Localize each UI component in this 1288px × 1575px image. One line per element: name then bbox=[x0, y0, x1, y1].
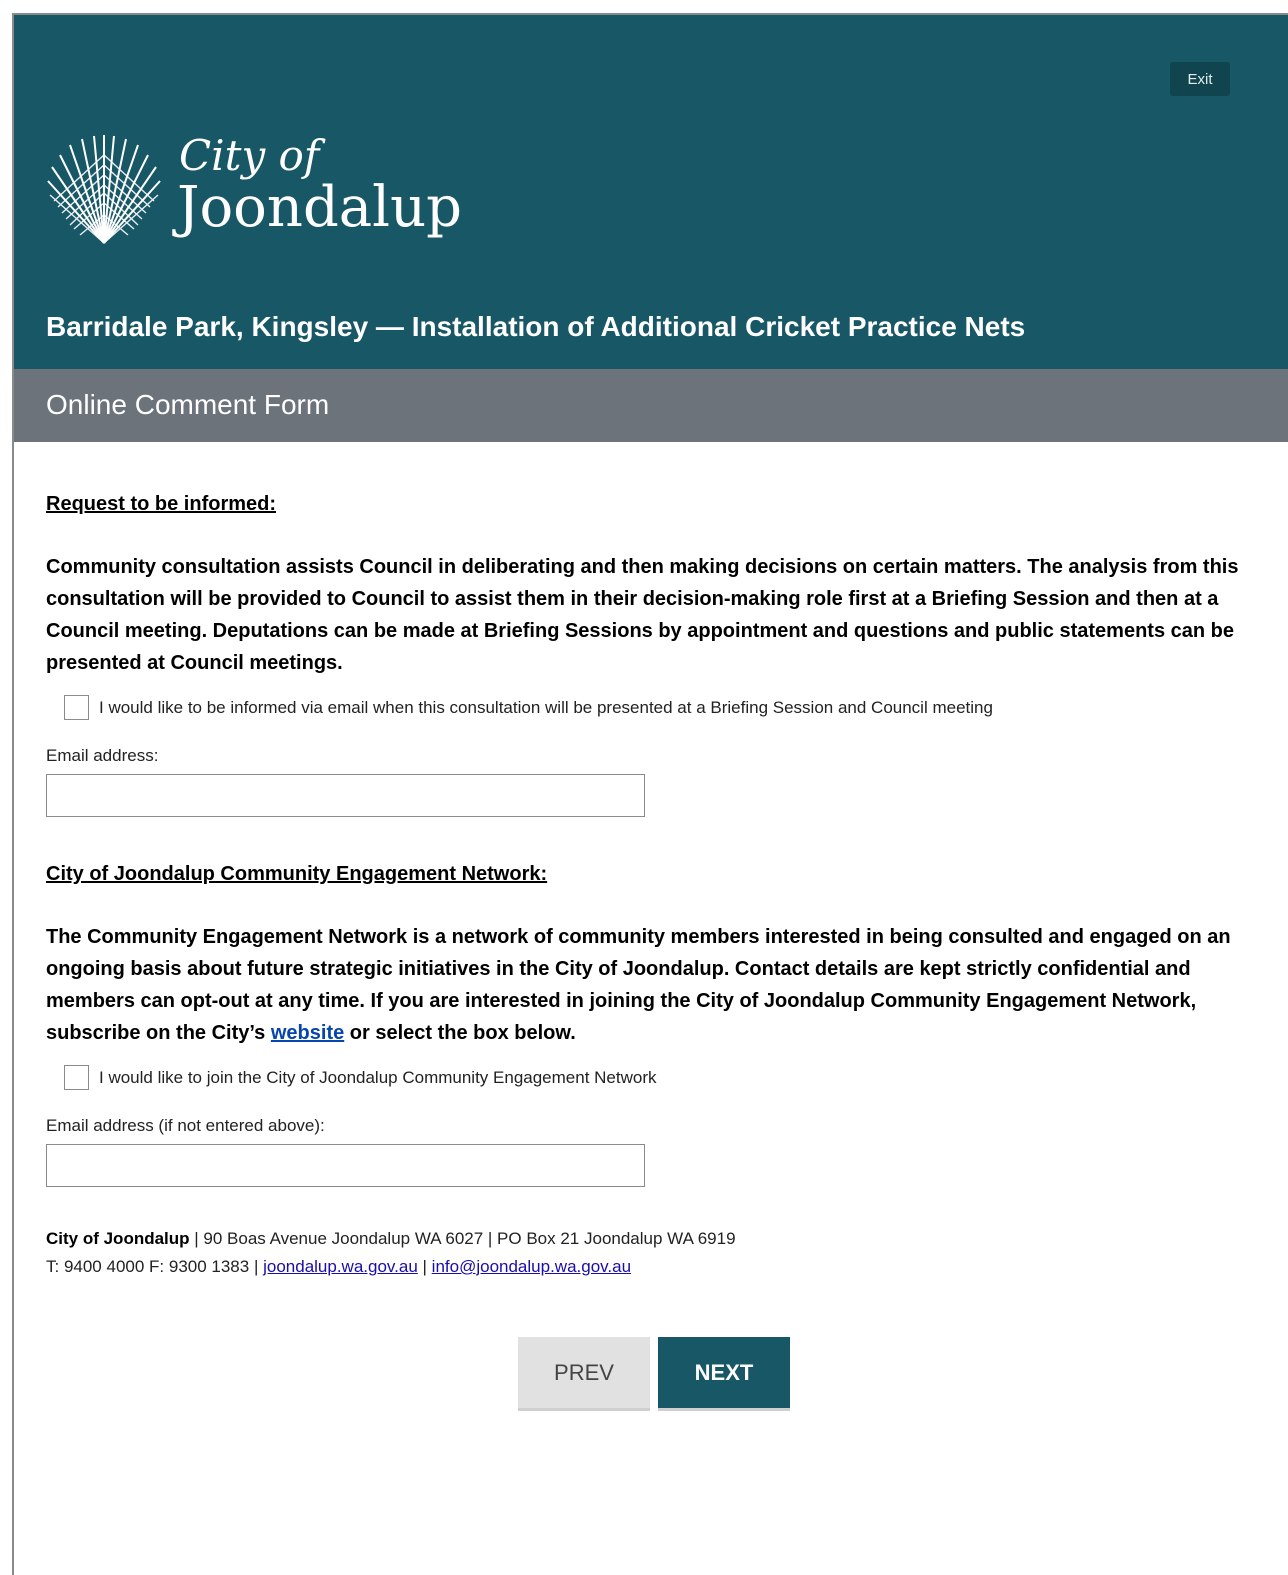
inform-checkbox-row[interactable]: I would like to be informed via email wh… bbox=[64, 695, 1271, 720]
logo-city-of-text: City of bbox=[179, 131, 320, 180]
inform-checkbox[interactable] bbox=[64, 695, 89, 720]
footer-org-name: City of Joondalup bbox=[46, 1229, 190, 1248]
network-checkbox-label: I would like to join the City of Joondal… bbox=[99, 1067, 657, 1087]
website-link[interactable]: website bbox=[271, 1022, 344, 1044]
city-of-joondalup-logo: City of Joondalup bbox=[44, 131, 464, 251]
contact-address-line: City of Joondalup | 90 Boas Avenue Joond… bbox=[46, 1225, 1271, 1253]
site-header: Exit City of Joondalup Barridale Park, K… bbox=[14, 15, 1288, 369]
form-title: Online Comment Form bbox=[46, 389, 330, 420]
project-title: Barridale Park, Kingsley — Installation … bbox=[46, 311, 1026, 342]
network-section-body: The Community Engagement Network is a ne… bbox=[46, 921, 1271, 1049]
network-email-label: Email address (if not entered above): bbox=[46, 1116, 325, 1135]
network-body-text-end: or select the box below. bbox=[344, 1022, 576, 1044]
network-checkbox[interactable] bbox=[64, 1065, 89, 1090]
footer-email-link[interactable]: info@joondalup.wa.gov.au bbox=[432, 1257, 631, 1276]
exit-button[interactable]: Exit bbox=[1170, 62, 1230, 96]
network-body-text: The Community Engagement Network is a ne… bbox=[46, 926, 1231, 1044]
logo-joondalup-text: Joondalup bbox=[177, 175, 463, 240]
contact-footer: City of Joondalup | 90 Boas Avenue Joond… bbox=[46, 1225, 1271, 1281]
network-checkbox-row[interactable]: I would like to join the City of Joondal… bbox=[64, 1065, 1271, 1090]
inform-section-body: Community consultation assists Council i… bbox=[46, 556, 1239, 674]
footer-separator: | bbox=[417, 1257, 432, 1276]
prev-button[interactable]: PREV bbox=[518, 1337, 650, 1411]
email-field[interactable] bbox=[46, 774, 645, 817]
email-label: Email address: bbox=[46, 746, 159, 765]
network-section-heading: City of Joondalup Community Engagement N… bbox=[46, 863, 548, 885]
joondalup-fan-logo-icon bbox=[47, 135, 161, 244]
footer-website-link[interactable]: joondalup.wa.gov.au bbox=[263, 1257, 418, 1276]
next-button[interactable]: NEXT bbox=[658, 1337, 790, 1411]
footer-phone-fax: T: 9400 4000 F: 9300 1383 | bbox=[46, 1257, 264, 1276]
form-navigation: PREV NEXT bbox=[518, 1337, 790, 1411]
inform-checkbox-label: I would like to be informed via email wh… bbox=[99, 697, 993, 717]
inform-section-heading: Request to be informed: bbox=[46, 493, 277, 515]
form-content: Request to be informed: Community consul… bbox=[46, 489, 1271, 1281]
form-title-bar: Online Comment Form bbox=[14, 369, 1288, 442]
contact-phone-line: T: 9400 4000 F: 9300 1383 | joondalup.wa… bbox=[46, 1253, 1271, 1281]
form-window: Exit City of Joondalup Barridale Park, K… bbox=[12, 13, 1288, 1575]
footer-address: | 90 Boas Avenue Joondalup WA 6027 | PO … bbox=[189, 1229, 736, 1248]
network-email-field[interactable] bbox=[46, 1144, 645, 1187]
